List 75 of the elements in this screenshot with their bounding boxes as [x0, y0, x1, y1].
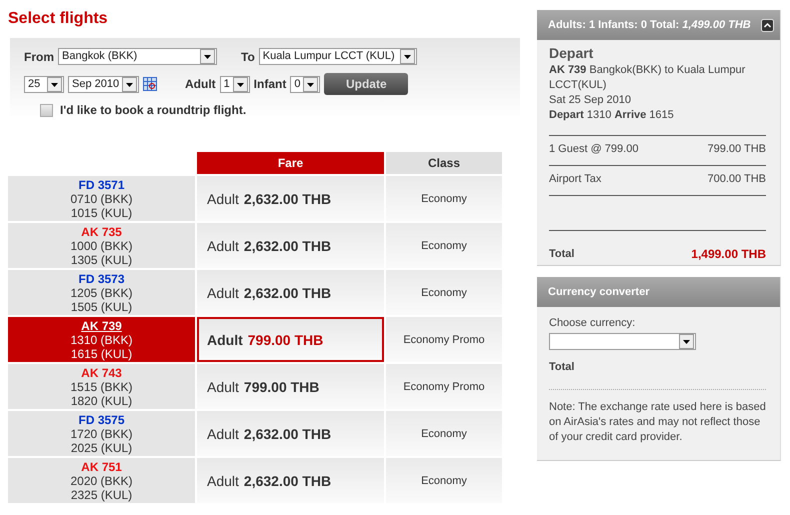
month-dropdown[interactable]: Sep 2010: [68, 76, 139, 92]
to-dropdown[interactable]: Kuala Lumpur LCCT (KUL): [258, 48, 417, 65]
fee-amount: 700.00 THB: [707, 172, 766, 187]
flight-cell[interactable]: AK 735 1000 (BKK) 1305 (KUL): [8, 223, 195, 268]
flight-number[interactable]: FD 3575: [78, 412, 125, 426]
total-label: Total: [549, 360, 576, 374]
column-header: Fare: [197, 152, 384, 174]
depart-time: 1515 (BKK): [70, 380, 133, 394]
arrive-time: 1305 (KUL): [70, 252, 132, 266]
arrive-time: 2325 (KUL): [70, 488, 132, 502]
depart-heading: Depart: [549, 46, 594, 61]
to-label: To: [241, 50, 255, 64]
arrive-time: 1015 (KUL): [70, 206, 132, 220]
fee-label: 1 Guest @ 799.00: [549, 142, 638, 157]
fare-cell[interactable]: Adult 2,632.00 THB: [197, 458, 384, 503]
class-cell: Economy: [386, 458, 502, 503]
page-title: Select flights: [8, 10, 109, 28]
arrive-time: 1820 (KUL): [70, 394, 132, 408]
fee-amount: 799.00 THB: [707, 142, 766, 157]
roundtrip-checkbox[interactable]: [40, 104, 53, 116]
total-label: Total: [549, 247, 574, 262]
flight-number[interactable]: FD 3571: [78, 178, 125, 192]
flight-number[interactable]: AK 743: [81, 366, 122, 380]
arrive-time: 1505 (KUL): [70, 300, 132, 314]
flight-cell[interactable]: FD 3575 1720 (BKK) 2025 (KUL): [8, 411, 195, 456]
adult-label: Adult: [185, 77, 216, 91]
choose-label: Choose currency:: [549, 316, 636, 331]
fare-cell[interactable]: Adult 799.00 THB: [197, 364, 384, 409]
flight-number[interactable]: AK 735: [81, 224, 122, 238]
currency-header: Currency converter: [537, 277, 780, 307]
depart-time: 2020 (BKK): [70, 474, 133, 488]
flight-cell[interactable]: FD 3571 0710 (BKK) 1015 (KUL): [8, 176, 195, 221]
from-label: From: [24, 50, 54, 64]
class-cell: Economy Promo: [386, 317, 502, 362]
total-amount: 1,499.00 THB: [691, 247, 766, 262]
collapse-icon[interactable]: [761, 18, 774, 32]
class-cell: Economy: [386, 270, 502, 315]
flight-cell[interactable]: AK 751 2020 (BKK) 2325 (KUL): [8, 458, 195, 503]
flight-route: AK 739 Bangkok(BKK) to Kuala Lumpur LCCT(KUL): [549, 63, 746, 93]
class-cell: Economy: [386, 176, 502, 221]
fee-label: Airport Tax: [549, 172, 602, 187]
update-button[interactable]: Update: [324, 73, 408, 95]
class-cell: Economy: [386, 411, 502, 456]
flight-cell[interactable]: AK 739 1310 (BKK) 1615 (KUL): [8, 317, 195, 362]
depart-time: 1205 (BKK): [70, 286, 133, 300]
infant-dropdown[interactable]: 0: [290, 76, 320, 92]
fare-cell[interactable]: Adult 799.00 THB: [197, 317, 384, 362]
calendar-icon[interactable]: [143, 77, 157, 91]
flight-number[interactable]: AK 751: [81, 460, 122, 474]
fare-cell[interactable]: Adult 2,632.00 THB: [197, 223, 384, 268]
depart-time: 0710 (BKK): [70, 192, 133, 206]
exchange-note: Note: The exchange rate used here is based on AirAsia's rates and may not reflect those of your credit card provider.: [549, 388, 766, 444]
flight-number[interactable]: FD 3573: [78, 272, 125, 286]
depart-time: 1000 (BKK): [70, 238, 133, 252]
arrive-time: 2025 (KUL): [70, 440, 132, 454]
column-header: Class: [386, 152, 502, 174]
roundtrip-label: I'd like to book a roundtrip flight.: [60, 103, 246, 117]
flight-cell[interactable]: FD 3573 1205 (BKK) 1505 (KUL): [8, 270, 195, 315]
flight-cell[interactable]: AK 743 1515 (BKK) 1820 (KUL): [8, 364, 195, 409]
class-cell: Economy Promo: [386, 364, 502, 409]
day-dropdown[interactable]: 25: [24, 76, 64, 92]
summary-text: Adults: 1 Infants: 0 Total: 1,499.00 THB: [548, 19, 751, 31]
depart-time: 1720 (BKK): [70, 426, 133, 440]
depart-time: 1310 (BKK): [70, 332, 133, 346]
adult-dropdown[interactable]: 1: [220, 76, 250, 92]
infant-label: Infant: [254, 77, 286, 91]
fare-cell[interactable]: Adult 2,632.00 THB: [197, 176, 384, 221]
fare-cell[interactable]: Adult 2,632.00 THB: [197, 411, 384, 456]
flight-date: Sat 25 Sep 2010: [549, 93, 632, 108]
arrive-time: 1615 (KUL): [70, 346, 132, 360]
from-dropdown[interactable]: Bangkok (BKK): [58, 48, 217, 65]
flight-number[interactable]: AK 739: [81, 318, 122, 332]
flight-times: Depart 1310 Arrive 1615: [549, 108, 675, 123]
fare-cell[interactable]: Adult 2,632.00 THB: [197, 270, 384, 315]
class-cell: Economy: [386, 223, 502, 268]
